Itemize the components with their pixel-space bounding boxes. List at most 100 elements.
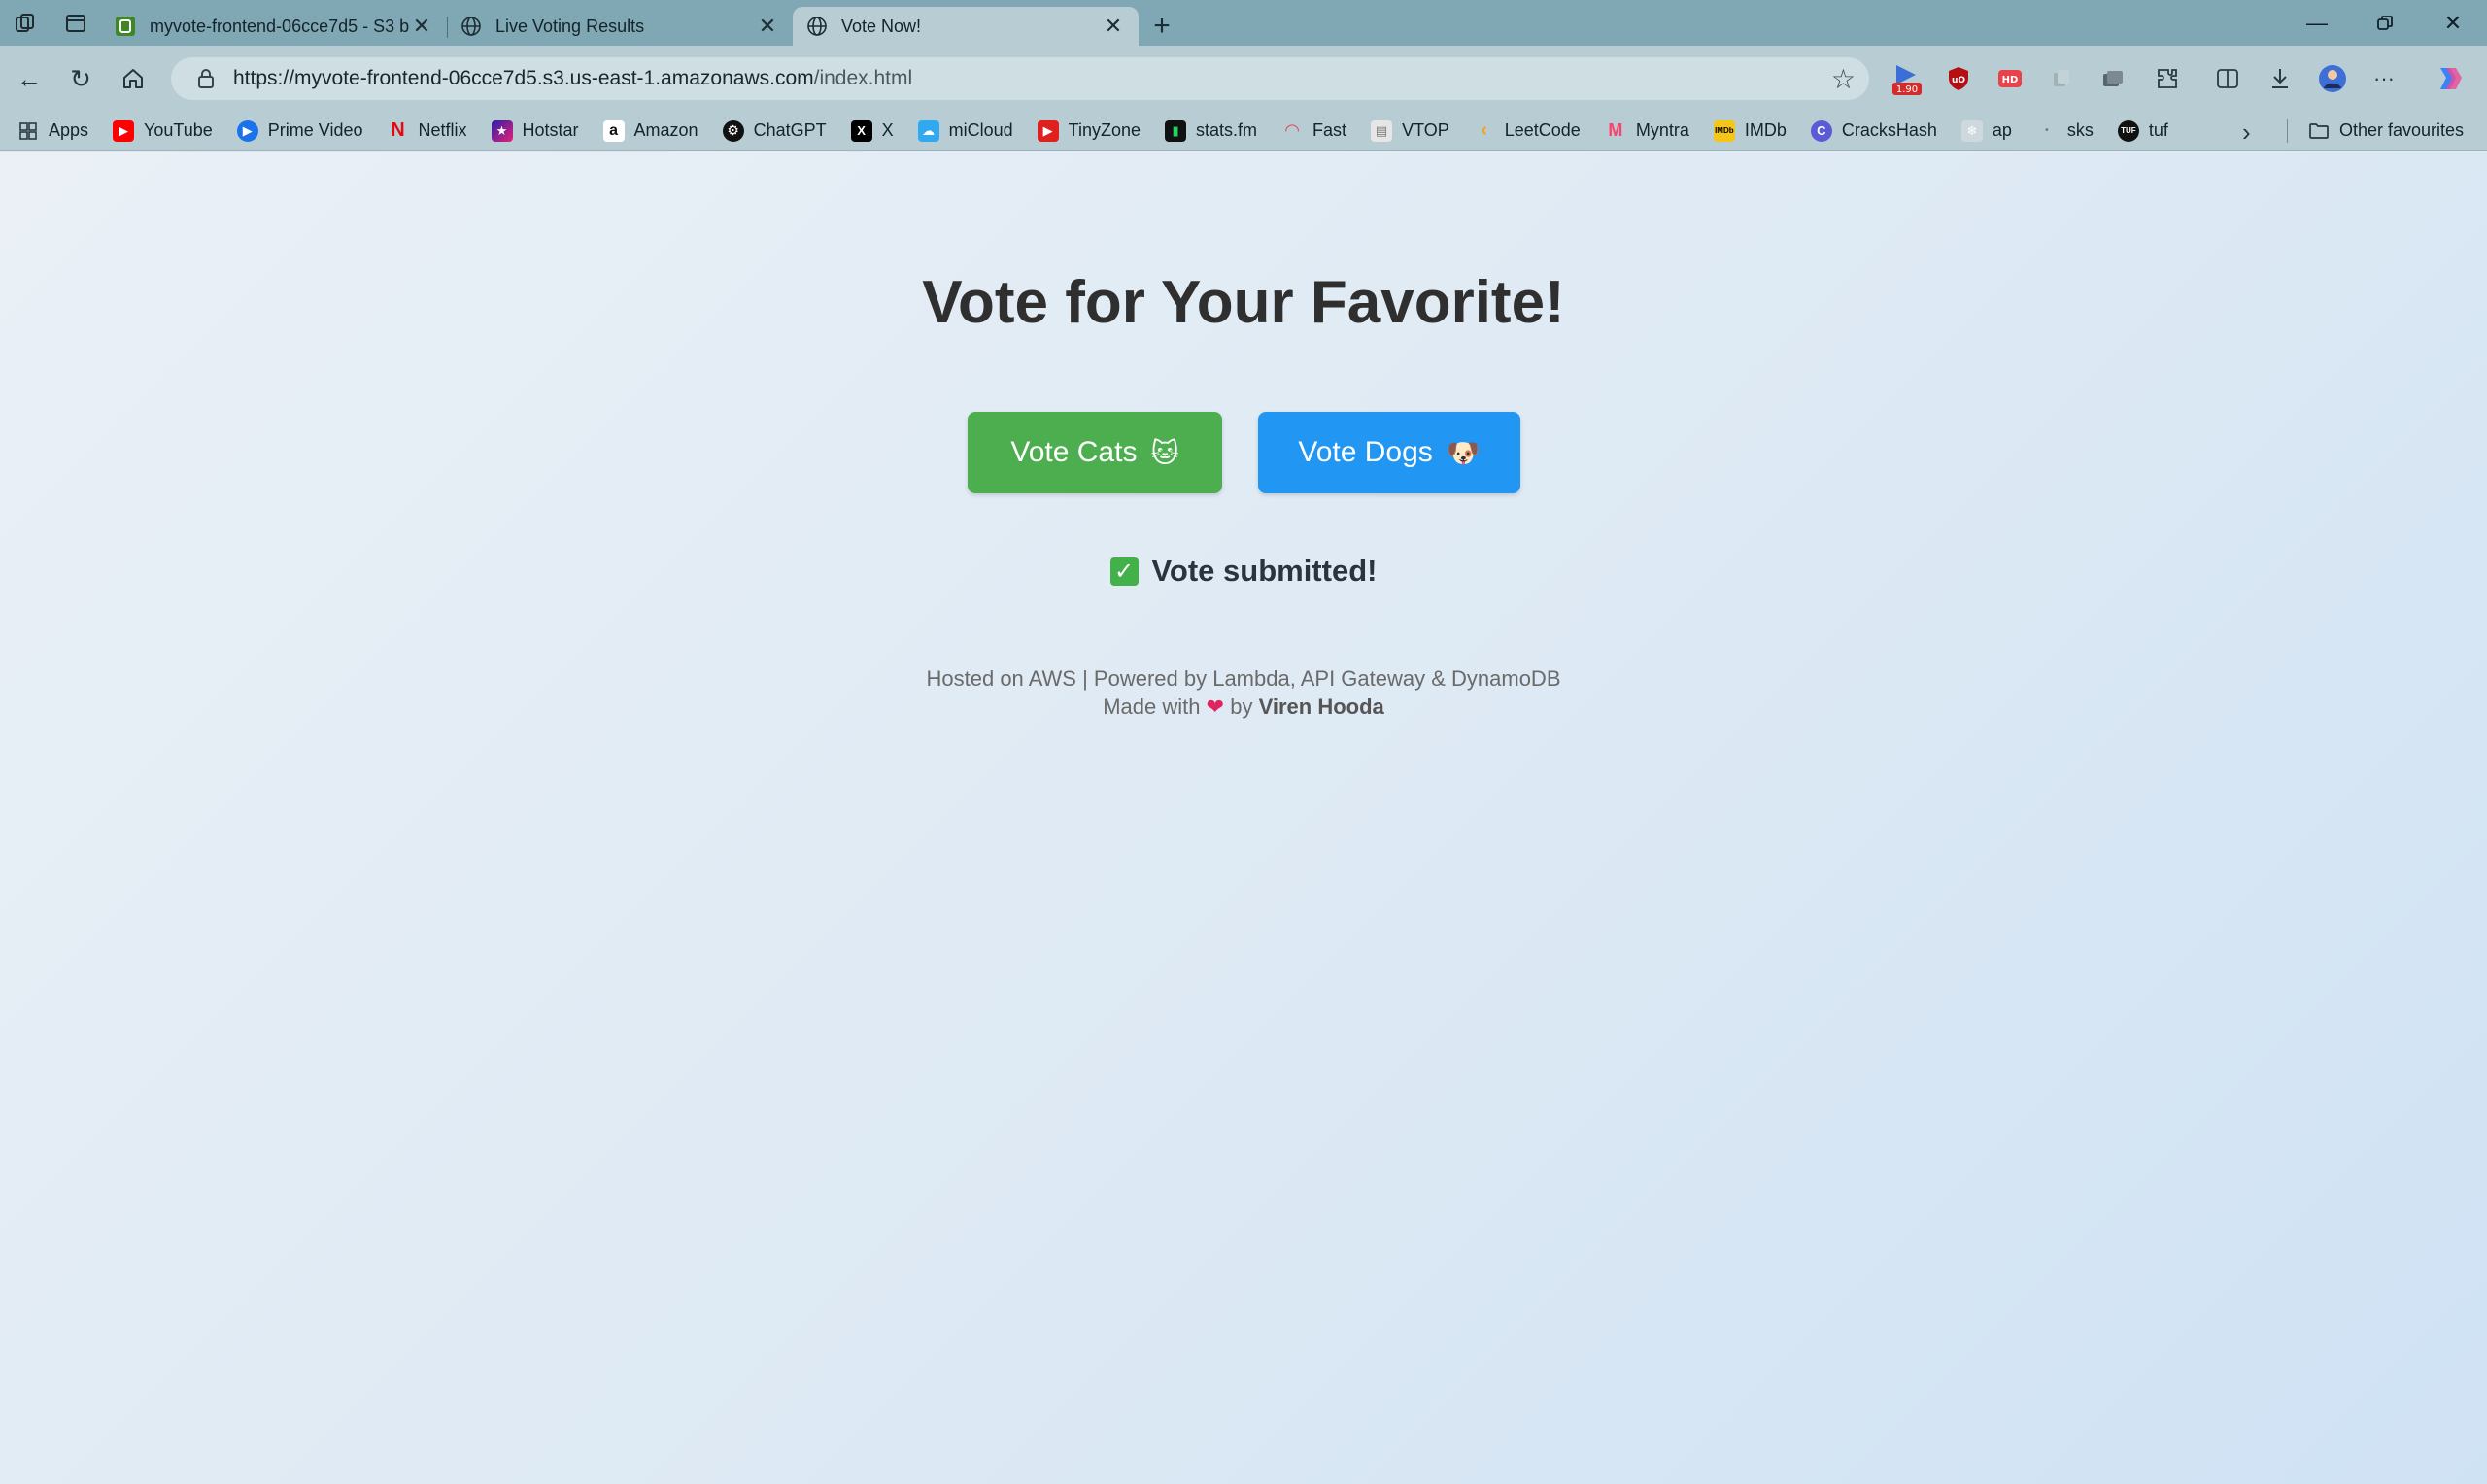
- lock-icon[interactable]: [194, 68, 218, 89]
- leetcode-icon: ‹: [1481, 119, 1488, 141]
- bookmark-imdb[interactable]: IMDb IMDb: [1713, 119, 1787, 142]
- bookmark-micloud[interactable]: ☁ miCloud: [917, 119, 1013, 142]
- new-tab-icon[interactable]: +: [1139, 7, 1185, 46]
- bookmark-label: miCloud: [948, 120, 1013, 140]
- prime-video-icon: ▶: [236, 119, 258, 142]
- tab-actions-icon[interactable]: [51, 0, 101, 46]
- address-bar[interactable]: https://myvote-frontend-06cce7d5.s3.us-e…: [171, 57, 1869, 100]
- vote-cats-label: Vote Cats: [1010, 436, 1138, 468]
- other-favourites-folder[interactable]: Other favourites: [2308, 120, 2464, 141]
- split-screen-icon[interactable]: [2208, 59, 2247, 98]
- footer-made-with: Made with: [1103, 694, 1201, 719]
- tab-title: Vote Now!: [841, 16, 922, 36]
- bookmark-crackshash[interactable]: C CracksHash: [1810, 119, 1937, 142]
- svg-text:uO: uO: [1952, 76, 1965, 85]
- bookmark-label: stats.fm: [1196, 120, 1258, 140]
- x-icon: X: [850, 119, 872, 142]
- home-icon[interactable]: [114, 59, 153, 98]
- window-controls: — ✕: [2283, 0, 2487, 46]
- apps-grid-icon: [17, 120, 39, 142]
- bookmark-label: sks: [2066, 120, 2094, 140]
- bookmark-chatgpt[interactable]: ⚙ ChatGPT: [722, 119, 827, 142]
- bookmark-amazon[interactable]: a Amazon: [602, 119, 698, 142]
- page-title: Vote for Your Favorite!: [922, 269, 1565, 336]
- dog-emoji-icon: 🐶: [1446, 437, 1481, 468]
- bookmark-label: LeetCode: [1504, 120, 1581, 140]
- bookmark-label: Prime Video: [267, 120, 363, 140]
- extension-badge: 1.90: [1896, 84, 1918, 95]
- copy-extension-icon[interactable]: [2042, 59, 2081, 98]
- micloud-icon: ☁: [917, 119, 939, 142]
- bookmark-tuf[interactable]: TUF tuf: [2117, 119, 2168, 142]
- hd-extension-icon[interactable]: HD: [1991, 59, 2029, 98]
- other-favourites-label: Other favourites: [2339, 120, 2465, 140]
- bookmark-label: YouTube: [144, 120, 213, 140]
- vote-dogs-button[interactable]: Vote Dogs 🐶: [1258, 412, 1520, 493]
- cat-emoji-icon: 🐱: [1150, 437, 1179, 468]
- extension-media-icon[interactable]: 1.90: [1888, 59, 1926, 98]
- restore-icon[interactable]: [2351, 0, 2419, 46]
- bookmark-label: TinyZone: [1068, 120, 1141, 140]
- bookmark-myntra[interactable]: M Myntra: [1605, 120, 1689, 142]
- bookmark-label: Amazon: [633, 120, 698, 140]
- bookmarks-divider: [2287, 119, 2288, 143]
- vote-cats-button[interactable]: Vote Cats 🐱: [968, 412, 1222, 493]
- bookmark-leetcode[interactable]: ‹ LeetCode: [1474, 119, 1581, 142]
- globe-icon: [460, 16, 482, 37]
- favorite-star-icon[interactable]: ☆: [1831, 63, 1856, 95]
- bookmark-apps[interactable]: Apps: [17, 120, 88, 142]
- bookmark-vtop[interactable]: ▤ VTOP: [1371, 119, 1449, 142]
- tab-live-voting-results[interactable]: Live Voting Results ✕: [447, 7, 793, 46]
- page-content: Vote for Your Favorite! Vote Cats 🐱 Vote…: [0, 152, 2487, 1484]
- url-path: /index.html: [813, 67, 913, 89]
- bookmark-sks[interactable]: • sks: [2036, 120, 2094, 142]
- amazon-icon: a: [602, 119, 625, 142]
- status-text: Vote submitted!: [1151, 554, 1378, 588]
- bookmark-label: tuf: [2148, 120, 2168, 140]
- bookmark-prime-video[interactable]: ▶ Prime Video: [236, 119, 363, 142]
- window-extension-icon[interactable]: [2094, 59, 2132, 98]
- tab-vote-now[interactable]: Vote Now! ✕: [793, 7, 1139, 46]
- tab-s3-bucket[interactable]: myvote-frontend-06cce7d5 - S3 b ✕: [101, 7, 447, 46]
- bookmark-x[interactable]: X X: [850, 119, 894, 142]
- globe-icon: [806, 16, 828, 37]
- tuf-icon: TUF: [2117, 119, 2139, 142]
- imdb-icon: IMDb: [1713, 119, 1735, 142]
- bookmark-tinyzone[interactable]: ▶ TinyZone: [1037, 119, 1141, 142]
- page-footer: Hosted on AWS | Powered by Lambda, API G…: [0, 664, 2487, 721]
- folder-icon: [2308, 122, 2330, 140]
- close-tab-icon[interactable]: ✕: [410, 14, 433, 38]
- footer-credit-line: Made with ❤ by Viren Hooda: [0, 692, 2487, 721]
- bookmark-netflix[interactable]: N Netflix: [387, 119, 467, 142]
- tab-title: Live Voting Results: [495, 16, 645, 36]
- workspaces-icon[interactable]: [0, 0, 51, 46]
- close-tab-icon[interactable]: ✕: [1102, 14, 1125, 38]
- profile-avatar[interactable]: [2313, 59, 2352, 98]
- close-window-icon[interactable]: ✕: [2419, 0, 2487, 46]
- chevron-right-icon[interactable]: ›: [2242, 118, 2251, 148]
- close-tab-icon[interactable]: ✕: [756, 14, 779, 38]
- bookmark-youtube[interactable]: ▶ YouTube: [113, 119, 213, 142]
- crackshash-icon: C: [1810, 119, 1832, 142]
- extensions-puzzle-icon[interactable]: [2148, 59, 2187, 98]
- back-icon[interactable]: ←: [10, 59, 49, 98]
- footer-by: by: [1230, 694, 1253, 719]
- bookmark-fast[interactable]: ◠ Fast: [1281, 120, 1346, 142]
- s3-bucket-icon: [115, 16, 136, 37]
- bookmark-label: Netflix: [418, 120, 467, 140]
- bookmark-hotstar[interactable]: ★ Hotstar: [491, 119, 579, 142]
- downloads-icon[interactable]: [2261, 59, 2300, 98]
- bookmark-stats-fm[interactable]: ▮ stats.fm: [1165, 119, 1258, 142]
- more-options-icon[interactable]: ···: [2365, 59, 2403, 98]
- chatgpt-icon: ⚙: [722, 119, 744, 142]
- minimize-icon[interactable]: —: [2283, 0, 2351, 46]
- youtube-icon: ▶: [113, 119, 135, 142]
- bookmark-label: Myntra: [1635, 120, 1689, 140]
- vote-status-message: ✓ Vote submitted!: [0, 554, 2487, 589]
- reload-icon[interactable]: ↻: [61, 59, 100, 98]
- ublock-icon[interactable]: uO: [1939, 59, 1978, 98]
- copilot-icon[interactable]: [2429, 59, 2468, 98]
- vote-dogs-label: Vote Dogs: [1298, 436, 1433, 468]
- netflix-icon: N: [391, 119, 405, 141]
- bookmark-ap[interactable]: ❄ ap: [1960, 119, 2012, 142]
